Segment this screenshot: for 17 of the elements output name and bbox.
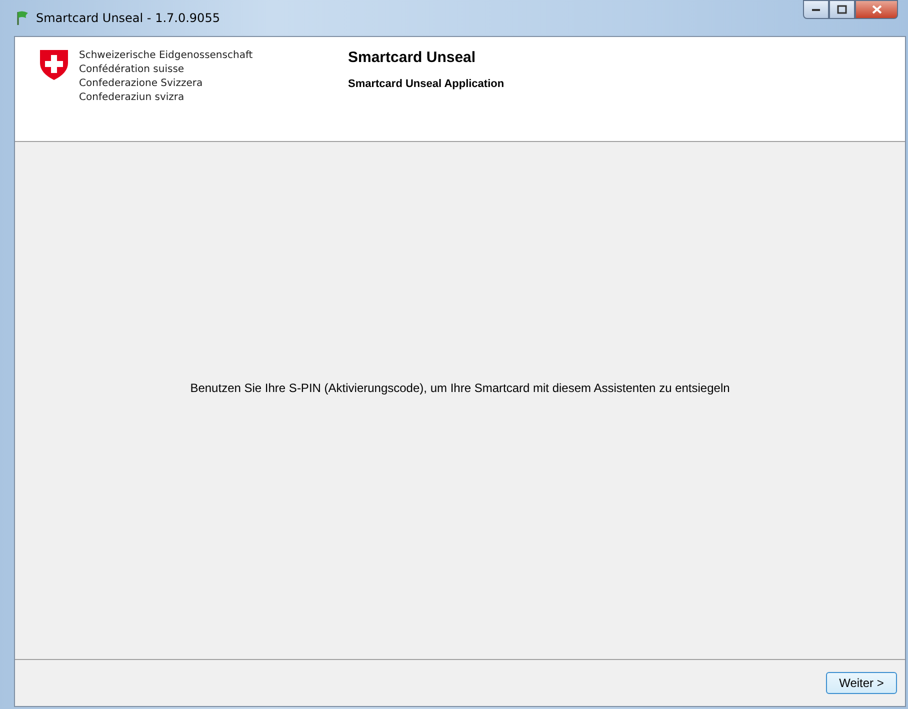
instruction-text: Benutzen Sie Ihre S-PIN (Aktivierungscode), um Ihre Smartcard mit diesem Assistenten zu entsiegeln <box>190 380 730 394</box>
close-icon <box>872 5 882 14</box>
next-button[interactable]: Weiter > <box>826 672 897 694</box>
organization-name: Confédération suisse <box>79 63 186 77</box>
app-subtitle: Smartcard Unseal Application <box>348 78 504 90</box>
organization-name: Confederazione Svizzera <box>79 77 204 91</box>
swiss-shield-icon <box>39 49 69 81</box>
organization-name: Confederaziun svizra <box>79 91 186 105</box>
minimize-button[interactable] <box>803 0 829 19</box>
maximize-icon <box>837 5 847 14</box>
app-title: Smartcard Unseal <box>348 49 477 66</box>
minimize-icon <box>811 8 821 12</box>
close-button[interactable] <box>855 0 898 19</box>
organization-name: Schweizerische Eidgenossenschaft <box>79 49 253 63</box>
window-title: Smartcard Unseal - 1.7.0.9055 <box>36 11 221 25</box>
flag-icon <box>16 10 30 26</box>
maximize-button[interactable] <box>829 0 855 19</box>
